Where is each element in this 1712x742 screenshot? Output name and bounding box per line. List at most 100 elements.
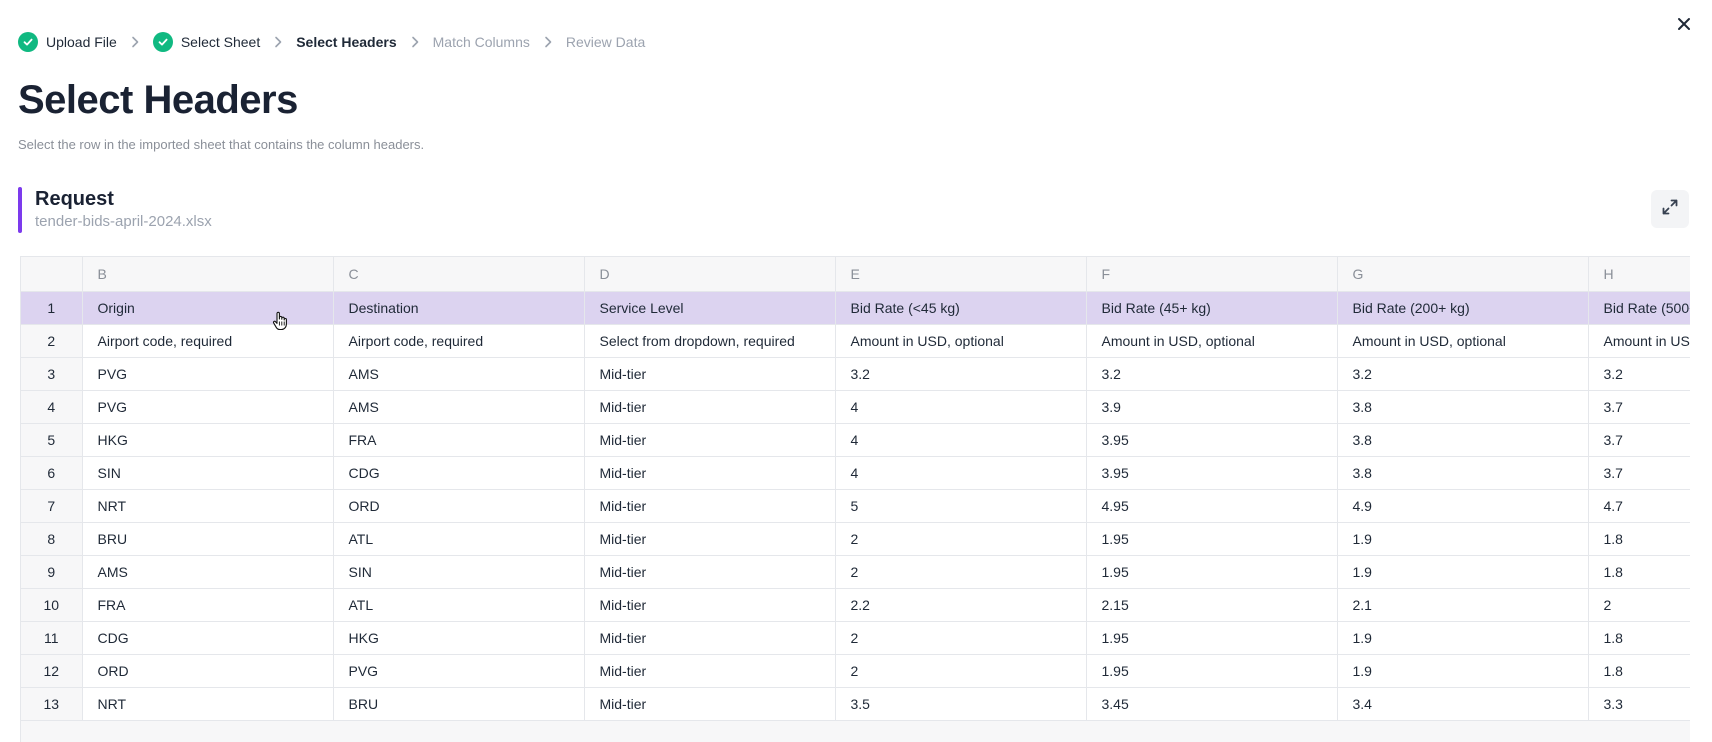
corner-cell <box>21 257 83 292</box>
column-letter: G <box>1337 257 1589 292</box>
table-cell: Mid-tier <box>584 555 836 589</box>
row-number: 11 <box>21 621 83 655</box>
table-row[interactable]: 11 CDG HKG Mid-tier 2 1.95 1.9 1.8 <box>21 621 1690 655</box>
table-cell: 1.95 <box>1086 621 1338 655</box>
table-row[interactable]: 8 BRU ATL Mid-tier 2 1.95 1.9 1.8 <box>21 522 1690 556</box>
table-cell: 3.5 <box>835 687 1087 721</box>
page-title: Select Headers <box>18 78 298 122</box>
table-cell: 3.2 <box>835 357 1087 391</box>
table-cell: Amount in USD, optional <box>1337 324 1589 358</box>
table-cell: 4 <box>835 423 1087 457</box>
table-cell: 4.9 <box>1337 489 1589 523</box>
table-cell: SIN <box>333 555 585 589</box>
step-label: Review Data <box>565 34 646 50</box>
table-cell: Mid-tier <box>584 357 836 391</box>
table-cell: PVG <box>82 357 334 391</box>
table-cell: 2.2 <box>835 588 1087 622</box>
table-cell: 1.8 <box>1588 522 1690 556</box>
table-cell: 3.8 <box>1337 456 1589 490</box>
table-row[interactable]: 3 PVG AMS Mid-tier 3.2 3.2 3.2 3.2 <box>21 357 1690 391</box>
table-row[interactable]: 10 FRA ATL Mid-tier 2.2 2.15 2.1 2 <box>21 588 1690 622</box>
accent-bar <box>18 187 22 233</box>
table-cell: Mid-tier <box>584 423 836 457</box>
table-cell: 1.8 <box>1588 555 1690 589</box>
expand-button[interactable] <box>1651 190 1689 228</box>
table-cell: Mid-tier <box>584 621 836 655</box>
table-cell: PVG <box>82 390 334 424</box>
check-circle-icon <box>152 32 173 52</box>
table-cell: Mid-tier <box>584 687 836 721</box>
row-number: 4 <box>21 390 83 424</box>
table-cell: 3.95 <box>1086 423 1338 457</box>
table-cell: Mid-tier <box>584 588 836 622</box>
table-row[interactable]: 7 NRT ORD Mid-tier 5 4.95 4.9 4.7 <box>21 489 1690 523</box>
table-cell: ORD <box>82 654 334 688</box>
close-icon[interactable] <box>1676 16 1692 32</box>
table-cell: PVG <box>333 654 585 688</box>
column-letter: F <box>1086 257 1338 292</box>
row-number: 3 <box>21 357 83 391</box>
table-cell: 2.15 <box>1086 588 1338 622</box>
row-number: 10 <box>21 588 83 622</box>
table-cell: NRT <box>82 687 334 721</box>
table-row[interactable]: 5 HKG FRA Mid-tier 4 3.95 3.8 3.7 <box>21 423 1690 457</box>
table-cell: 5 <box>835 489 1087 523</box>
column-letters-row: B C D E F G H <box>21 257 1690 292</box>
table-cell: 3.7 <box>1588 423 1690 457</box>
table-cell: Mid-tier <box>584 390 836 424</box>
table-cell: 3.8 <box>1337 390 1589 424</box>
table-cell: 2 <box>835 522 1087 556</box>
row-number: 7 <box>21 489 83 523</box>
table-cell: 3.4 <box>1337 687 1589 721</box>
chevron-right-icon <box>544 36 552 48</box>
column-letter: D <box>584 257 836 292</box>
table-cell: Select from dropdown, required <box>584 324 836 358</box>
table-cell: 3.9 <box>1086 390 1338 424</box>
table-cell: NRT <box>82 489 334 523</box>
table-cell: 4.7 <box>1588 489 1690 523</box>
table-cell: AMS <box>333 357 585 391</box>
table-row[interactable]: 9 AMS SIN Mid-tier 2 1.95 1.9 1.8 <box>21 555 1690 589</box>
table-cell: 3.45 <box>1086 687 1338 721</box>
table-cell: 1.8 <box>1588 621 1690 655</box>
expand-icon <box>1661 198 1679 221</box>
request-title: Request <box>35 188 114 210</box>
table-cell: 1.8 <box>1588 654 1690 688</box>
step-review-data: Review Data <box>566 34 645 50</box>
chevron-right-icon <box>411 36 419 48</box>
row-number: 13 <box>21 687 83 721</box>
step-upload-file[interactable]: Upload File <box>18 32 117 52</box>
table-row[interactable]: 4 PVG AMS Mid-tier 4 3.9 3.8 3.7 <box>21 390 1690 424</box>
row-number: 12 <box>21 654 83 688</box>
step-label: Match Columns <box>432 34 530 50</box>
table-cell: 2.1 <box>1337 588 1589 622</box>
table-cell: CDG <box>82 621 334 655</box>
table-cell: Mid-tier <box>584 456 836 490</box>
table-cell: Bid Rate (500+ <box>1588 291 1690 325</box>
table-cell: 4 <box>835 456 1087 490</box>
step-select-sheet[interactable]: Select Sheet <box>152 32 261 52</box>
table-cell: Bid Rate (200+ kg) <box>1337 291 1589 325</box>
table-cell: 2 <box>835 621 1087 655</box>
table-row[interactable]: 2 Airport code, required Airport code, req… <box>21 324 1690 358</box>
table-cell: CDG <box>333 456 585 490</box>
table-row[interactable]: 13 NRT BRU Mid-tier 3.5 3.45 3.4 3.3 <box>21 687 1690 721</box>
table-row[interactable]: 12 ORD PVG Mid-tier 2 1.95 1.9 1.8 <box>21 654 1690 688</box>
table-cell: 3.2 <box>1337 357 1589 391</box>
request-filename: tender-bids-april-2024.xlsx <box>35 213 212 230</box>
table-cell: Service Level <box>584 291 836 325</box>
step-label: Select Sheet <box>180 34 261 50</box>
table-row[interactable]: 1 Origin Destination Service Level Bid Rate … <box>21 291 1690 325</box>
table-cell: Bid Rate (<45 kg) <box>835 291 1087 325</box>
step-label: Upload File <box>46 34 117 50</box>
table-cell: 4.95 <box>1086 489 1338 523</box>
table-cell: ATL <box>333 522 585 556</box>
table-cell: 2 <box>835 555 1087 589</box>
table-cell: Destination <box>333 291 585 325</box>
table-cell: 1.9 <box>1337 555 1589 589</box>
table-cell: Amount in USD <box>1588 324 1690 358</box>
table-cell: Origin <box>82 291 334 325</box>
table-cell: 1.95 <box>1086 654 1338 688</box>
table-row[interactable]: 6 SIN CDG Mid-tier 4 3.95 3.8 3.7 <box>21 456 1690 490</box>
row-number: 9 <box>21 555 83 589</box>
